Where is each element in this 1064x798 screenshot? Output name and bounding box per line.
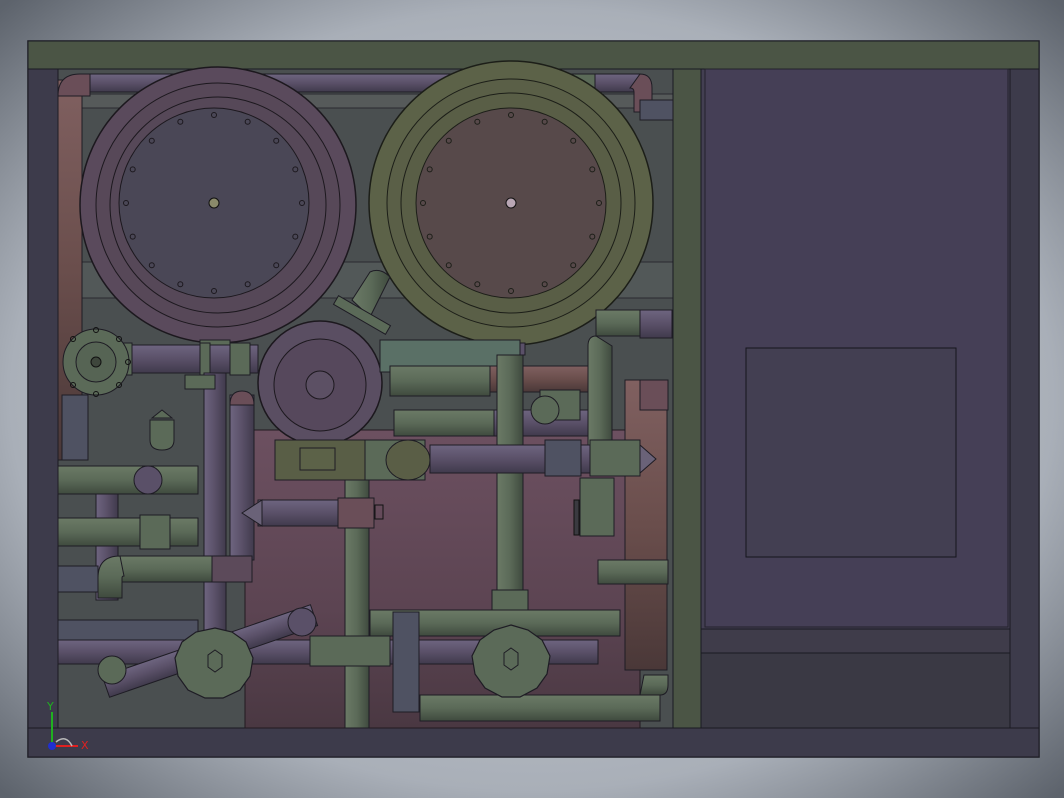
axis-x-label: X	[81, 739, 89, 752]
cad-viewport[interactable]: X Y	[0, 0, 1064, 798]
axis-y-label: Y	[46, 700, 54, 713]
nameplate-panel	[745, 347, 957, 558]
control-panel-bay	[672, 68, 1011, 729]
valve-handwheel-icon	[174, 627, 254, 699]
